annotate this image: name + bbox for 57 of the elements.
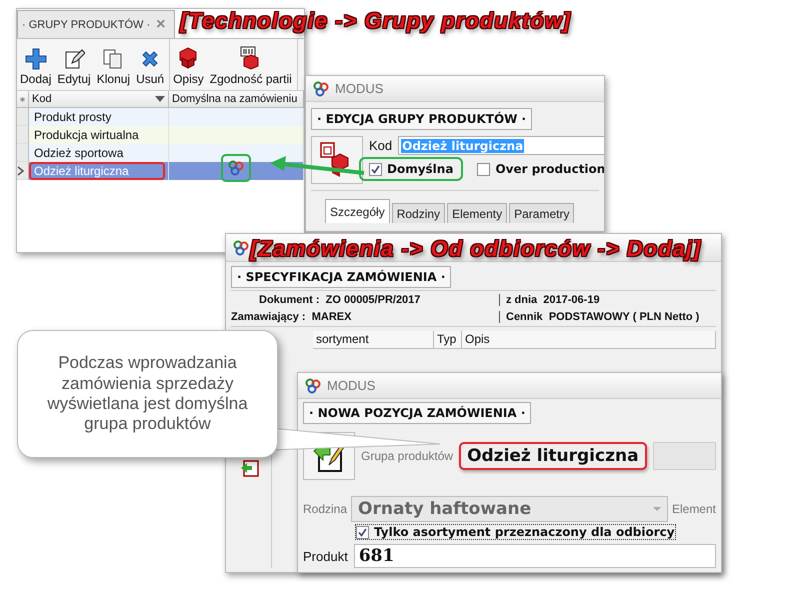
readonly-field xyxy=(652,442,716,470)
section-caption: [Zamówienia -> Od odbiorców -> Dodaj] xyxy=(250,236,702,262)
rings-logo-icon xyxy=(232,240,250,256)
checked-box[interactable] xyxy=(369,162,382,176)
column-header[interactable]: Typ xyxy=(434,331,462,348)
window-title: MODUS xyxy=(335,81,384,96)
field-label: Kod xyxy=(369,138,392,153)
toolbar-button[interactable]: Opisy xyxy=(172,46,205,86)
field-value: Odzież liturgiczna xyxy=(459,442,647,470)
checkbox[interactable]: Domyślna xyxy=(359,157,464,181)
selected-text: Odzież liturgiczna xyxy=(401,138,524,152)
section-caption: [Technologie -> Grupy produktów] xyxy=(180,8,572,34)
column-title: Kod xyxy=(32,93,52,105)
toolbar-button[interactable]: Zgodność partii xyxy=(208,46,293,86)
section-header: · SPECYFIKACJA ZAMÓWIENIA · xyxy=(231,266,452,288)
tab[interactable]: Parametry xyxy=(509,203,574,223)
toolbar-button[interactable]: Klonuj xyxy=(96,48,132,86)
edit-document-icon xyxy=(240,458,262,478)
dropdown[interactable]: Ornaty haftowane xyxy=(351,496,668,522)
info-text: Zamawiający : MAREX xyxy=(231,311,352,323)
pencil-icon xyxy=(63,48,86,70)
checked-box[interactable] xyxy=(356,526,369,538)
rings-logo-icon xyxy=(312,80,330,96)
asterisk-icon xyxy=(20,96,25,102)
input-field[interactable]: 681 xyxy=(354,544,716,568)
column-header[interactable]: Opis xyxy=(462,331,716,348)
tab[interactable]: Elementy xyxy=(447,203,508,223)
caret-icon xyxy=(652,507,661,511)
sort-down-icon xyxy=(155,96,165,102)
section-header: · EDYCJA GRUPY PRODUKTÓW · xyxy=(311,108,532,130)
info-text: z dnia 2017-06-19 xyxy=(499,294,716,306)
checkbox[interactable]: Over production xyxy=(467,157,604,181)
column-header[interactable]: sortyment xyxy=(313,331,434,348)
unchecked-box[interactable] xyxy=(477,162,490,176)
info-text: Dokument : ZO 00005/PR/2017 xyxy=(258,294,422,306)
tab[interactable]: Szczegóły xyxy=(325,199,390,223)
field-label: Produkt xyxy=(303,548,348,564)
info-text: Cennik PODSTAWOWY ( PLN Netto ) xyxy=(499,311,716,323)
checkbox[interactable]: Tylko asortyment przeznaczony dla odbiorcy xyxy=(355,524,676,540)
toolbar-button[interactable]: Edytuj xyxy=(56,48,92,86)
callout-text: Podczas wprowadzania zamówienia sprzedaży wyświetlana jest domyślna grupa produktów xyxy=(17,330,278,458)
rings-logo-icon xyxy=(304,378,322,394)
field-label: Grupa produktów xyxy=(361,449,454,463)
documents-icon xyxy=(102,48,124,70)
column-header[interactable]: Domyślna na zamówieniu xyxy=(169,91,304,108)
grupy-produktow-tab[interactable]: · GRUPY PRODUKTÓW · × xyxy=(17,10,175,38)
toolbar-button[interactable]: Dodaj xyxy=(19,48,52,86)
rings-logo-icon xyxy=(227,160,245,176)
tab[interactable]: Rodziny xyxy=(392,203,446,223)
field-label: Rodzina xyxy=(303,502,348,516)
plus-icon xyxy=(24,48,47,70)
window-title: MODUS xyxy=(327,378,376,393)
field-label: Element xyxy=(672,502,716,516)
tab-label: · GRUPY PRODUKTÓW · xyxy=(22,18,150,30)
toolbar-button[interactable]: Usuń xyxy=(135,48,166,86)
section-header: · NOWA POZYCJA ZAMÓWIENIA · xyxy=(303,402,532,424)
column-header[interactable]: Kod xyxy=(29,91,169,108)
